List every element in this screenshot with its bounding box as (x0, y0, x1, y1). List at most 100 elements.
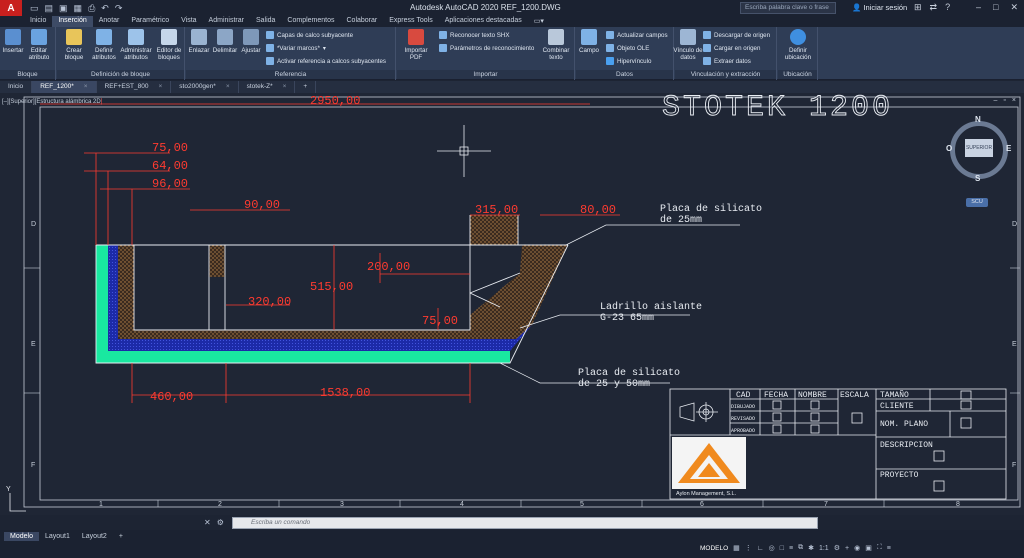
help-icon[interactable]: ? (945, 2, 950, 13)
save-icon[interactable]: ▣ (59, 3, 68, 14)
minimize-icon[interactable]: – (976, 2, 981, 13)
new-icon[interactable]: ▭ (30, 3, 39, 14)
wcs-menu[interactable]: SCU (966, 198, 988, 207)
cart-icon[interactable]: ⊞ (914, 2, 922, 13)
definir-ubicacion-button[interactable]: Definir ubicación (781, 29, 815, 61)
objeto-ole-button[interactable]: Objeto OLE (606, 44, 649, 52)
layout-tab-modelo[interactable]: Modelo (4, 532, 39, 541)
combinar-texto-button[interactable]: Combinar texto (539, 29, 573, 61)
layout-tab-layout2[interactable]: Layout2 (76, 532, 113, 541)
workspace-gear-icon[interactable]: ⚙ (834, 544, 840, 552)
viewport-label[interactable]: [–][Superior][Estructura alámbrica 2D (2, 99, 101, 105)
isolate-icon[interactable]: ◉ (854, 544, 860, 552)
viewcube-east[interactable]: E (1006, 144, 1011, 153)
parametros-reconocimiento-button[interactable]: Parámetros de reconocimiento (439, 44, 534, 52)
hipervinculo-button[interactable]: Hipervínculo (606, 57, 651, 65)
vinculo-datos-label: Vínculo de datos (673, 47, 703, 61)
snap-mode-icon[interactable]: ⋮ (745, 544, 752, 552)
annotation-scale-icon[interactable]: 1:1 (819, 545, 829, 552)
new-tab-button[interactable]: + (295, 81, 317, 93)
add-layout-button[interactable]: + (113, 532, 129, 541)
crear-bloque-button[interactable]: Crear bloque (57, 29, 91, 61)
close-viewport-icon[interactable]: × (1012, 97, 1016, 104)
actualizar-campos-button[interactable]: Actualizar campos (606, 31, 668, 39)
exchange-icon[interactable]: ⇄ (930, 2, 938, 13)
dim-315: 315,00 (475, 203, 518, 217)
close-icon[interactable]: × (226, 83, 230, 91)
drawing-canvas[interactable]: 2950,00 75,00 64,00 96,00 90,00 315,00 8… (0, 93, 1024, 515)
tab-vista[interactable]: Vista (175, 16, 202, 27)
selection-cycling-icon[interactable]: ⧉ (798, 544, 803, 552)
tab-colaborar[interactable]: Colaborar (341, 16, 384, 27)
command-input[interactable]: Escriba un comando (232, 517, 818, 529)
autocad-logo-button[interactable]: A (0, 0, 22, 16)
tab-parametrico[interactable]: Paramétrico (125, 16, 175, 27)
customize-icon[interactable]: ⚙ (217, 518, 224, 527)
cargar-origen-button[interactable]: Cargar en origen (703, 44, 760, 52)
doc-tab-stotek-z[interactable]: stotek-Z* × (239, 81, 296, 93)
tab-anotar[interactable]: Anotar (93, 16, 126, 27)
tab-administrar[interactable]: Administrar (203, 16, 250, 27)
restore-viewport-icon[interactable]: ▫ (1003, 97, 1005, 104)
layout-tab-layout1[interactable]: Layout1 (39, 532, 76, 541)
hardware-acceleration-icon[interactable]: ▣ (865, 544, 872, 552)
open-icon[interactable]: ▤ (45, 3, 54, 14)
tab-complementos[interactable]: Complementos (281, 16, 340, 27)
viewport-controls[interactable]: [–][Superior][Estructura alámbrica 2D] (2, 99, 102, 105)
tab-express-tools[interactable]: Express Tools (383, 16, 438, 27)
actualizar-campos-label: Actualizar campos (617, 31, 668, 39)
lineweight-icon[interactable]: ≡ (789, 545, 793, 552)
close-icon[interactable]: × (283, 83, 287, 91)
close-icon[interactable]: × (159, 83, 163, 91)
administrar-atributos-button[interactable]: Administrar atributos (119, 29, 153, 61)
doc-tab-sto2000gen[interactable]: sto2000gen* × (171, 81, 239, 93)
model-space-toggle[interactable]: MODELO (700, 545, 728, 552)
activar-referencia-button[interactable]: Activar referencia a calcos subyacentes (266, 57, 386, 65)
doc-tab-ref-est-800[interactable]: REF+EST_800 × (97, 81, 172, 93)
close-command-icon[interactable]: ✕ (204, 518, 211, 527)
saveas-icon[interactable]: ▦ (74, 3, 83, 14)
plus-icon[interactable]: + (845, 545, 849, 552)
viewcube-north[interactable]: N (975, 115, 981, 124)
definir-atributos-button[interactable]: Definir atributos (87, 29, 121, 61)
viewcube-south[interactable]: S (975, 174, 980, 183)
extraer-datos-button[interactable]: Extraer datos (703, 57, 751, 65)
tab-salida[interactable]: Salida (250, 16, 281, 27)
viewcube[interactable]: SUPERIOR N S E O (946, 115, 1012, 183)
osnap-icon[interactable]: □ (780, 545, 784, 552)
capas-calco-button[interactable]: Capas de calco subyacente (266, 31, 353, 39)
doc-tab-inicio[interactable]: Inicio (0, 81, 33, 93)
tab-inicio[interactable]: Inicio (24, 16, 52, 27)
viewcube-west[interactable]: O (946, 144, 952, 153)
polar-icon[interactable]: ◎ (769, 544, 775, 552)
signin-button[interactable]: 👤 Iniciar sesión (852, 3, 907, 12)
doc-tab-ref-1200[interactable]: REF_1200* × (32, 81, 97, 93)
close-icon[interactable]: ✕ (1010, 2, 1018, 13)
vinculo-datos-button[interactable]: Vínculo de datos (673, 29, 703, 61)
variar-marcos-dropdown[interactable]: *Variar marcos* ▾ (266, 44, 326, 52)
tab-aplicaciones-destacadas[interactable]: Aplicaciones destacadas (439, 16, 528, 27)
reconocer-shx-button[interactable]: Reconocer texto SHX (439, 31, 510, 39)
minimize-viewport-icon[interactable]: – (994, 97, 998, 104)
crosshair-cursor (437, 125, 491, 177)
tab-insercion[interactable]: Inserción (52, 16, 93, 27)
undo-icon[interactable]: ↶ (101, 3, 109, 14)
descargar-origen-button[interactable]: Descargar de origen (703, 31, 770, 39)
ortho-icon[interactable]: ∟ (757, 545, 764, 552)
customization-menu-icon[interactable]: ≡ (887, 545, 891, 552)
importar-pdf-button[interactable]: Importar PDF (399, 29, 433, 61)
maximize-icon[interactable]: □ (993, 2, 998, 13)
annotation-visibility-icon[interactable]: ✱ (808, 544, 814, 552)
print-icon[interactable]: ⎙ (88, 3, 95, 14)
clean-screen-icon[interactable]: ⛶ (877, 544, 882, 552)
redo-icon[interactable]: ↷ (115, 3, 123, 14)
ribbon-options-icon[interactable]: ▭▾ (528, 16, 550, 27)
campo-button[interactable]: Campo (574, 29, 604, 54)
editor-bloques-button[interactable]: Editor de bloques (152, 29, 186, 61)
search-input[interactable]: Escriba palabra clave o frase (740, 2, 836, 14)
close-icon[interactable]: × (84, 83, 88, 91)
viewcube-face[interactable]: SUPERIOR (965, 139, 993, 157)
grid-icon[interactable]: ▦ (733, 544, 740, 552)
editar-atributo-button[interactable]: Editar atributo (22, 29, 56, 61)
ajustar-button[interactable]: Ajustar (236, 29, 266, 54)
